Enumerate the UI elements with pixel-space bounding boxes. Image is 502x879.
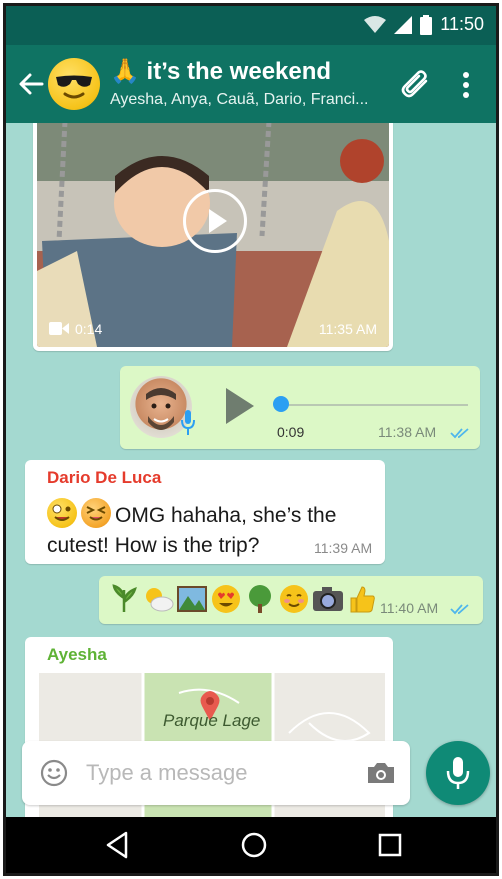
group-members[interactable]: Ayesha, Anya, Cauã, Dario, Franci...	[110, 91, 385, 109]
more-vert-icon[interactable]	[456, 69, 476, 101]
sunglasses-emoji-icon	[56, 75, 92, 99]
squinting-tongue-emoji-icon	[81, 498, 111, 528]
group-title[interactable]: 🙏 it’s the weekend	[110, 57, 331, 86]
smiley-icon[interactable]	[40, 759, 68, 787]
video-timestamp: 11:35 AM	[318, 321, 377, 337]
video-duration: 0:14	[75, 321, 103, 337]
phone-frame: 11:50 🙏 it’s the weekend Ayesha, Anya, C…	[3, 3, 499, 876]
emoji-message-timestamp: 11:40 AM	[380, 600, 439, 616]
arrow-left-icon[interactable]	[16, 69, 46, 99]
status-time: 11:50	[440, 14, 484, 34]
message-input[interactable]	[86, 757, 346, 789]
signal-icon	[394, 15, 413, 34]
heart-eyes-emoji-icon	[209, 582, 242, 615]
wifi-icon	[364, 15, 387, 33]
camera-emoji-icon	[311, 582, 344, 615]
thumbs-up-emoji-icon	[345, 582, 378, 615]
group-avatar[interactable]	[48, 58, 100, 110]
text-message[interactable]: Dario De Luca OMG hahaha, she’s the cute…	[25, 460, 385, 564]
sun-behind-cloud-emoji-icon	[141, 582, 174, 615]
read-ticks-icon	[450, 428, 469, 439]
message-sender: Dario De Luca	[47, 468, 162, 487]
voice-length: 0:09	[277, 424, 305, 440]
play-icon	[209, 209, 227, 233]
smiling-face-emoji-icon	[277, 582, 310, 615]
microphone-icon	[181, 410, 195, 435]
landscape-emoji-icon	[175, 582, 208, 615]
home-nav-icon[interactable]	[238, 829, 270, 861]
video-play-button[interactable]	[183, 189, 247, 253]
back-nav-icon[interactable]	[102, 829, 134, 861]
voice-message[interactable]: 0:09 11:38 AM	[120, 366, 480, 449]
crazy-face-emoji-icon	[47, 498, 77, 528]
emoji-row	[107, 582, 378, 615]
status-bar: 11:50	[6, 6, 496, 45]
message-timestamp: 11:39 AM	[314, 540, 373, 556]
navigation-bar	[6, 817, 496, 873]
chat-header: 🙏 it’s the weekend Ayesha, Anya, Cauã, D…	[6, 45, 496, 123]
read-ticks-icon	[450, 604, 469, 615]
microphone-icon	[446, 757, 470, 789]
voice-record-button[interactable]	[426, 741, 490, 805]
recents-nav-icon[interactable]	[374, 829, 406, 861]
voice-play-icon[interactable]	[222, 386, 256, 426]
voice-timestamp: 11:38 AM	[378, 424, 437, 440]
video-thumbnail[interactable]: 0:14 11:35 AM	[37, 123, 389, 347]
voice-progress-track[interactable]	[280, 404, 468, 406]
map-place-label: Parque Lage	[163, 711, 261, 730]
message-composer	[22, 741, 410, 805]
video-camera-icon	[49, 322, 69, 335]
camera-icon[interactable]	[366, 761, 396, 785]
paperclip-icon[interactable]	[394, 67, 434, 103]
video-message[interactable]: 0:14 11:35 AM	[33, 123, 393, 351]
chat-area[interactable]: 0:14 11:35 AM 0:09 11:38 AM Dario De Luc…	[6, 123, 496, 817]
message-sender: Ayesha	[47, 645, 107, 664]
emoji-message[interactable]: 11:40 AM	[99, 576, 483, 624]
tree-emoji-icon	[243, 582, 276, 615]
herb-emoji-icon	[107, 582, 140, 615]
battery-icon	[420, 14, 433, 35]
voice-progress-knob[interactable]	[273, 396, 289, 412]
